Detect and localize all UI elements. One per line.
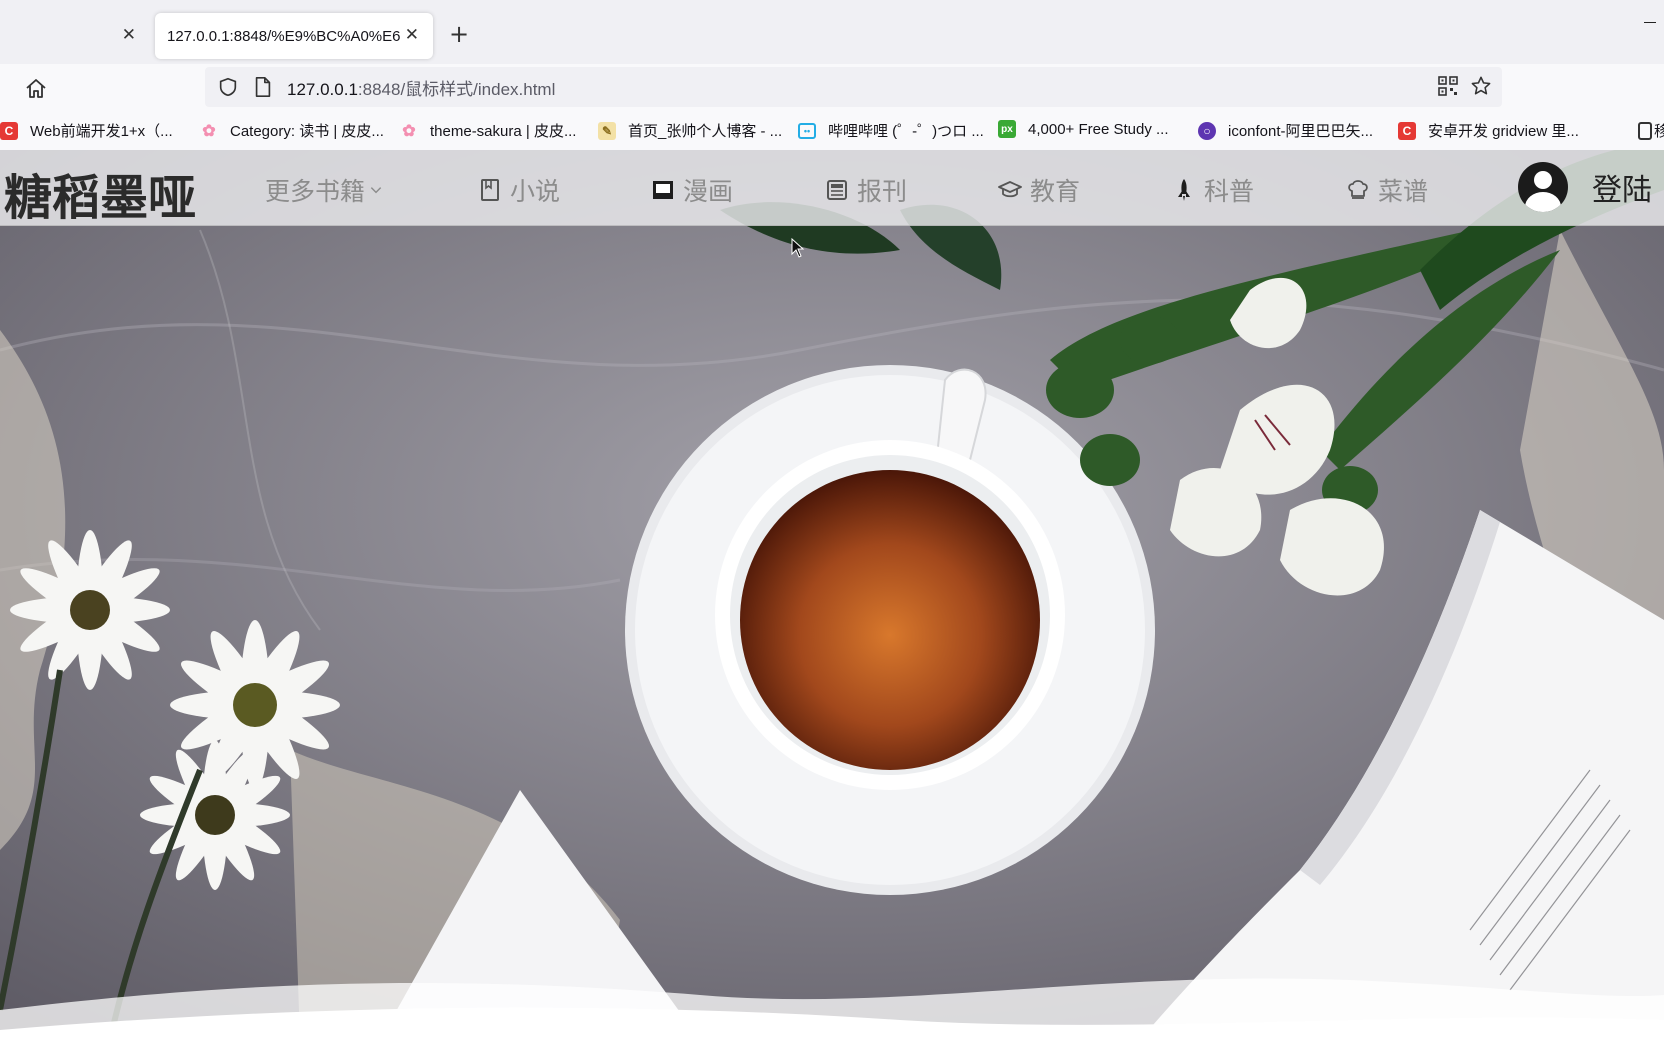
chef-hat-icon [1348, 180, 1368, 199]
bookmark-item[interactable]: C Web前端开发1+x（... [0, 120, 173, 141]
nav-more-books[interactable]: 更多书籍 [265, 172, 383, 208]
address-bar[interactable]: 127.0.0.1:8848/鼠标样式/index.html [205, 67, 1502, 107]
new-tab-icon[interactable]: + [449, 20, 469, 48]
iconfont-icon: ○ [1198, 121, 1216, 140]
tab-title: 127.0.0.1:8848/%E9%BC%A0%E6 [167, 27, 401, 45]
bookmark-label: 安卓开发 gridview 里... [1428, 123, 1579, 140]
px-icon: px [998, 120, 1016, 138]
web-page: 糖稻墨哑 更多书籍 小说 漫画 报刊 教育 科普 菜谱 登陆 [0, 150, 1664, 1040]
nav-label: 菜谱 [1378, 177, 1429, 206]
chevron-down-icon [370, 187, 382, 194]
nav-novel[interactable]: 小说 [478, 172, 560, 208]
folder-icon [1638, 121, 1652, 140]
qr-code-icon[interactable] [1438, 76, 1458, 96]
book-icon [481, 179, 499, 201]
comic-icon [653, 181, 673, 199]
bookmark-label: Web前端开发1+x（... [30, 123, 173, 140]
bookmark-item[interactable]: ✎ 首页_张帅个人博客 - ... [598, 120, 782, 141]
site-logo[interactable]: 糖稻墨哑 [4, 158, 196, 228]
nav-recipes[interactable]: 菜谱 [1346, 172, 1428, 208]
rocket-icon [1178, 179, 1190, 201]
c-red-icon: C [0, 121, 18, 140]
url-text[interactable]: 127.0.0.1:8848/鼠标样式/index.html [287, 75, 555, 100]
login-button[interactable]: 登陆 [1518, 162, 1652, 212]
nav-comic[interactable]: 漫画 [651, 172, 733, 208]
tab-close-icon[interactable]: ✕ [122, 25, 136, 45]
bookmarks-toolbar: C Web前端开发1+x（... ✿ Category: 读书 | 皮皮... … [0, 114, 1664, 150]
bookmark-label: 4,000+ Free Study ... [1028, 120, 1169, 138]
bookmark-label: 首页_张帅个人博客 - ... [628, 123, 783, 140]
bookmark-star-icon[interactable] [1470, 75, 1492, 97]
login-label: 登陆 [1592, 173, 1652, 208]
browser-tab-2[interactable]: 127.0.0.1:8848/%E9%BC%A0%E6 ✕ [155, 13, 433, 59]
bookmark-item[interactable]: 移 [1638, 120, 1664, 141]
nav-label: 报刊 [857, 177, 908, 206]
url-path: :8848/鼠标样式/index.html [357, 79, 556, 99]
mouse-cursor-icon [791, 238, 805, 258]
blog-icon: ✎ [598, 121, 616, 140]
bookmark-item[interactable]: ✿ Category: 读书 | 皮皮... [200, 120, 384, 141]
sakura-icon: ✿ [402, 122, 416, 140]
c-red-icon: C [1398, 121, 1416, 140]
nav-science[interactable]: 科普 [1172, 172, 1254, 208]
bookmark-label: 移 [1654, 123, 1664, 140]
tab-close-icon[interactable]: ✕ [405, 25, 419, 45]
bookmark-label: Category: 读书 | 皮皮... [230, 123, 384, 140]
window-minimize-icon[interactable] [1644, 22, 1656, 23]
nav-label: 教育 [1030, 177, 1081, 206]
nav-newspaper[interactable]: 报刊 [825, 172, 907, 208]
bookmark-item[interactable]: C 安卓开发 gridview 里... [1398, 120, 1579, 141]
nav-label: 小说 [510, 177, 561, 206]
hero-image [0, 150, 1664, 1040]
newspaper-icon [827, 180, 847, 200]
nav-label: 更多书籍 [265, 177, 366, 206]
bookmark-item[interactable]: ✿ theme-sakura | 皮皮... [400, 120, 576, 141]
bookmark-item[interactable]: px 4,000+ Free Study ... [998, 120, 1169, 138]
bottom-wave [0, 978, 1664, 1040]
site-header: 糖稻墨哑 更多书籍 小说 漫画 报刊 教育 科普 菜谱 登陆 [0, 150, 1664, 226]
browser-tab-1[interactable]: ✕ [0, 13, 150, 59]
bookmark-label: 哔哩哔哩 (゜-゜)つロ ... [828, 123, 984, 140]
nav-label: 科普 [1204, 177, 1255, 206]
avatar [1518, 162, 1568, 212]
nav-education[interactable]: 教育 [998, 172, 1080, 208]
home-icon[interactable] [24, 77, 48, 101]
nav-label: 漫画 [683, 177, 734, 206]
tracking-shield-icon[interactable] [217, 76, 239, 98]
graduation-cap-icon [998, 181, 1022, 198]
url-host: 127.0.0.1 [287, 79, 358, 99]
browser-tabstrip: ✕ 127.0.0.1:8848/%E9%BC%A0%E6 ✕ + [0, 0, 1664, 64]
browser-navbar: 127.0.0.1:8848/鼠标样式/index.html [0, 64, 1664, 114]
page-info-icon[interactable] [253, 76, 273, 98]
bookmark-label: theme-sakura | 皮皮... [430, 123, 577, 140]
bilibili-icon: •• [798, 122, 816, 139]
bookmark-item[interactable]: ○ iconfont-阿里巴巴矢... [1198, 120, 1373, 141]
sakura-icon: ✿ [202, 122, 216, 140]
bookmark-label: iconfont-阿里巴巴矢... [1228, 123, 1374, 140]
bookmark-item[interactable]: •• 哔哩哔哩 (゜-゜)つロ ... [798, 120, 984, 141]
